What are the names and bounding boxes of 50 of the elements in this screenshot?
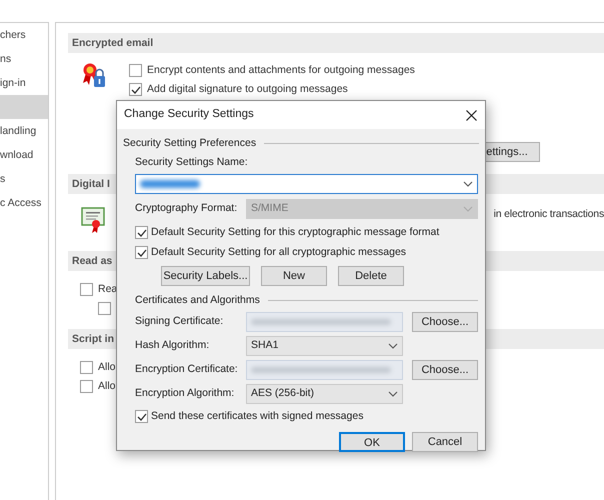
chevron-icon[interactable]	[463, 180, 473, 186]
checkbox[interactable]	[135, 246, 148, 259]
field-label: Encryption Certificate:	[135, 362, 239, 377]
checkbox-label: Allo	[98, 378, 116, 394]
dialog-button[interactable]: Delete	[338, 266, 404, 286]
ribbon-lock-icon	[81, 63, 108, 89]
checkbox[interactable]	[135, 410, 148, 424]
description-text: in electronic transactions	[494, 207, 604, 222]
name-combo-field[interactable]	[135, 174, 478, 194]
checkbox[interactable]	[129, 64, 142, 77]
field-label: Cryptography Format:	[135, 200, 238, 216]
sidebar-item[interactable]: chers	[0, 23, 48, 47]
checkbox-label: Encrypt contents and attachments for outgoing messages	[147, 62, 415, 78]
checkbox[interactable]	[135, 226, 148, 239]
field-label: Security Settings Name:	[135, 154, 249, 170]
checkbox-label: Send these certificates with signed messages	[151, 408, 364, 424]
cancel-button[interactable]: Cancel	[412, 432, 478, 452]
sidebar-item[interactable]: ign-in	[0, 71, 48, 95]
checkbox[interactable]	[80, 283, 93, 296]
chevron-icon[interactable]	[388, 342, 398, 349]
sidebar-item[interactable]: c Access	[0, 191, 48, 215]
close-icon[interactable]	[466, 110, 477, 120]
group-title: Certificates and Algorithms	[135, 292, 260, 308]
field-label: Signing Certificate:	[135, 314, 224, 329]
checkbox[interactable]	[98, 302, 111, 315]
certificate-icon	[81, 206, 105, 234]
choose-button[interactable]: Choose...	[412, 360, 478, 380]
dropdown-field[interactable]: SHA1	[246, 336, 403, 356]
sidebar-item[interactable]: ns	[0, 47, 48, 71]
dropdown-field[interactable]: AES (256-bit)	[246, 384, 403, 404]
sidebar-item[interactable]: s	[0, 167, 48, 191]
dialog-button[interactable]: New	[261, 266, 327, 286]
dropdown-value: AES (256-bit)	[251, 386, 314, 401]
blurred-text	[140, 180, 200, 188]
section-header: Encrypted email	[68, 33, 604, 53]
choose-button[interactable]: Choose...	[412, 312, 478, 332]
group-title: Security Setting Preferences	[123, 136, 256, 151]
checkbox[interactable]	[129, 83, 142, 96]
field-label: Encryption Algorithm:	[135, 386, 236, 401]
checkbox-label: Add digital signature to outgoing messages	[147, 82, 348, 97]
sidebar-item[interactable]: landling	[0, 119, 48, 143]
checkbox-label: Allo	[98, 360, 116, 375]
chevron-icon[interactable]	[388, 390, 398, 397]
checkbox[interactable]	[80, 361, 93, 374]
checkbox-label: Default Security Setting for this cryptographic message format	[151, 224, 440, 240]
checkbox[interactable]	[80, 380, 93, 393]
dialog-button[interactable]: Security Labels...	[161, 266, 250, 286]
dialog-title: Change Security Settings	[124, 107, 254, 122]
sidebar-item[interactable]: wnload	[0, 143, 48, 167]
ok-button[interactable]: OK	[339, 432, 405, 452]
